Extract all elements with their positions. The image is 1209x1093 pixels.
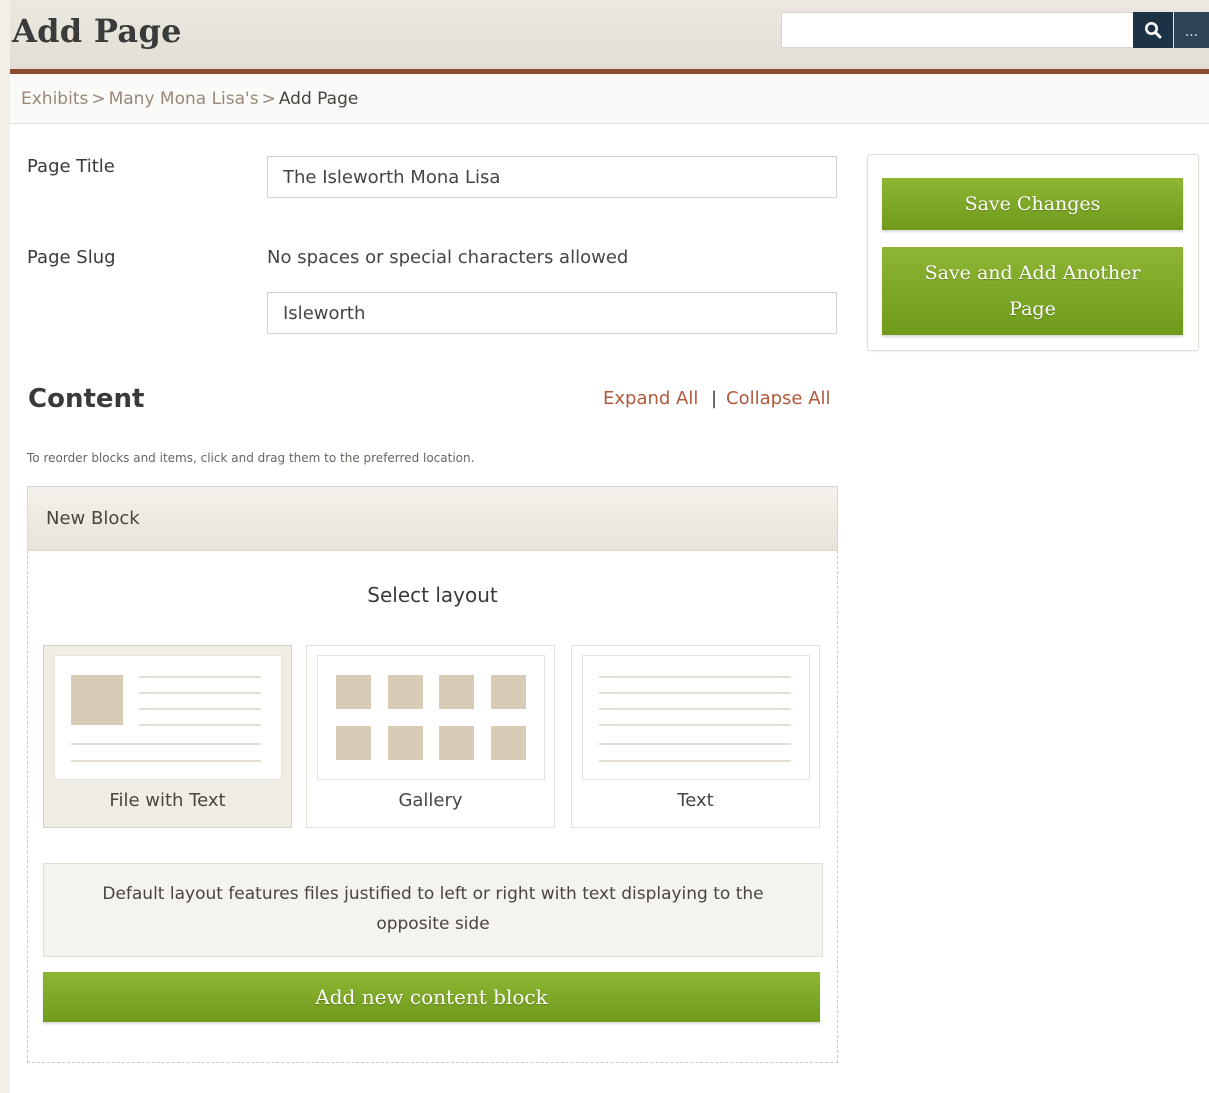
layout-description-text: Default layout features files justified … bbox=[102, 884, 764, 934]
breadcrumb-current: Add Page bbox=[278, 88, 359, 109]
file-with-text-preview-icon bbox=[54, 655, 282, 780]
page-title-input[interactable] bbox=[267, 156, 837, 198]
layout-option-file-with-text[interactable]: File with Text bbox=[43, 645, 292, 828]
search-icon bbox=[1145, 22, 1162, 39]
block-title: New Block bbox=[46, 508, 140, 529]
layout-option-text[interactable]: Text bbox=[571, 645, 820, 828]
more-options-button[interactable]: ... bbox=[1174, 12, 1209, 48]
breadcrumb-separator: > bbox=[91, 88, 106, 109]
breadcrumb-exhibits-link[interactable]: Exhibits bbox=[21, 89, 88, 109]
block-header[interactable]: New Block bbox=[27, 486, 838, 551]
header: Add Page ... bbox=[10, 0, 1209, 70]
expand-all-link[interactable]: Expand All bbox=[603, 388, 698, 409]
save-and-add-another-page-button[interactable]: Save and Add Another Page bbox=[882, 247, 1183, 335]
page-slug-hint: No spaces or special characters allowed bbox=[267, 247, 629, 268]
content-heading: Content bbox=[28, 384, 145, 414]
page-title: Add Page bbox=[12, 12, 182, 50]
collapse-all-link[interactable]: Collapse All bbox=[726, 388, 831, 409]
page-title-label: Page Title bbox=[27, 156, 115, 177]
page-slug-label: Page Slug bbox=[27, 247, 116, 268]
layout-description: Default layout features files justified … bbox=[43, 863, 823, 957]
breadcrumb: Exhibits > Many Mona Lisa's > Add Page bbox=[10, 74, 1209, 124]
content-area: Page Title Page Slug No spaces or specia… bbox=[10, 124, 1209, 1093]
breadcrumb-separator: > bbox=[261, 88, 276, 109]
layout-label: Gallery bbox=[398, 790, 463, 811]
layout-option-gallery[interactable]: Gallery bbox=[306, 645, 555, 828]
add-new-content-block-button[interactable]: Add new content block bbox=[43, 972, 820, 1022]
block-body: Select layout File with Text Gallery Tex… bbox=[27, 551, 838, 1063]
layout-label: Text bbox=[677, 790, 714, 811]
search-button[interactable] bbox=[1133, 12, 1173, 48]
layout-label: File with Text bbox=[109, 790, 226, 811]
link-separator: | bbox=[711, 388, 718, 409]
page-slug-input[interactable] bbox=[267, 292, 837, 334]
reorder-hint: To reorder blocks and items, click and d… bbox=[27, 451, 475, 465]
breadcrumb-exhibit-link[interactable]: Many Mona Lisa's bbox=[109, 89, 259, 109]
save-panel: Save Changes Save and Add Another Page bbox=[867, 154, 1199, 351]
search-input[interactable] bbox=[781, 12, 1133, 48]
left-strip bbox=[0, 0, 10, 1093]
select-layout-heading: Select layout bbox=[367, 583, 498, 607]
text-preview-icon bbox=[582, 655, 810, 780]
gallery-preview-icon bbox=[317, 655, 545, 780]
save-changes-button[interactable]: Save Changes bbox=[882, 178, 1183, 230]
